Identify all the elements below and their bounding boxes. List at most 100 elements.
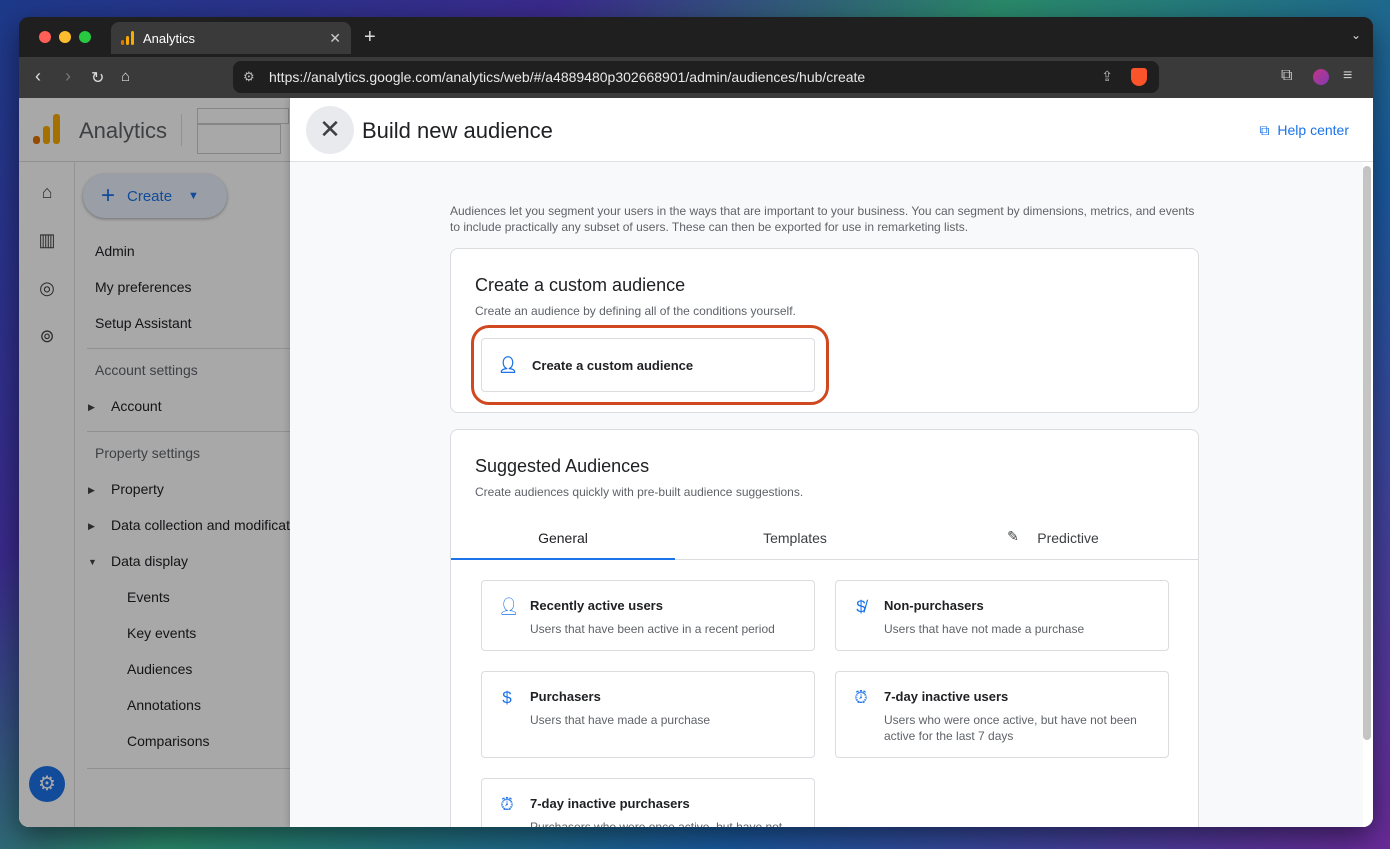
nav-data-display[interactable]: Data display bbox=[111, 553, 188, 569]
close-window-button[interactable] bbox=[39, 31, 51, 43]
advertising-icon[interactable]: ⊚ bbox=[37, 326, 57, 346]
share-icon[interactable]: ⇪ bbox=[1101, 68, 1113, 85]
admin-gear-icon[interactable]: ⚙ bbox=[29, 766, 65, 802]
custom-audience-card: Create a custom audience Create an audie… bbox=[450, 248, 1199, 413]
tab-list-chevron-icon[interactable]: ⌄ bbox=[1351, 28, 1361, 42]
plus-icon: + bbox=[101, 182, 116, 209]
ga-header: Analytics bbox=[19, 98, 290, 162]
alarm-off-icon: ⏰︎ bbox=[500, 795, 514, 814]
reload-icon[interactable]: ↻ bbox=[91, 68, 104, 88]
tab-title: Analytics bbox=[143, 30, 196, 46]
analytics-favicon-icon bbox=[121, 31, 135, 45]
nav-key-events[interactable]: Key events bbox=[127, 625, 196, 641]
suggestion-desc: Users that have made a purchase bbox=[530, 713, 711, 727]
address-bar[interactable]: ⚙ https://analytics.google.com/analytics… bbox=[233, 61, 1159, 93]
expand-arrow-icon[interactable]: ▶ bbox=[88, 402, 95, 413]
property-settings-heading: Property settings bbox=[95, 445, 201, 461]
help-center-label: Help center bbox=[1277, 122, 1349, 138]
dollar-icon: $ bbox=[502, 688, 512, 707]
suggestion-desc: Users that have been active in a recent … bbox=[530, 622, 775, 636]
money-off-icon: $̸ bbox=[856, 597, 866, 616]
nav-admin[interactable]: Admin bbox=[95, 243, 135, 259]
nav-setup-assistant[interactable]: Setup Assistant bbox=[95, 315, 192, 331]
create-button[interactable]: + Create ▼ bbox=[83, 174, 227, 218]
nav-audiences[interactable]: Audiences bbox=[127, 661, 192, 677]
home-icon[interactable]: ⌂ bbox=[37, 182, 57, 202]
forward-icon[interactable]: › bbox=[65, 66, 71, 87]
intro-text: Audiences let you segment your users in … bbox=[450, 204, 1195, 234]
redacted-account-name bbox=[197, 108, 289, 124]
help-center-link[interactable]: ⧉ Help center bbox=[1259, 122, 1349, 139]
suggested-audiences-title: Suggested Audiences bbox=[475, 456, 650, 476]
suggestion-title: 7-day inactive purchasers bbox=[530, 796, 690, 811]
home-icon[interactable]: ⌂ bbox=[121, 68, 130, 85]
maximize-window-button[interactable] bbox=[79, 31, 91, 43]
brave-shield-icon[interactable] bbox=[1131, 68, 1147, 86]
analytics-logo-icon bbox=[33, 114, 61, 144]
caret-down-icon: ▼ bbox=[188, 190, 199, 202]
browser-toolbar: ‹ › ↻ ⌂ ⚙ https://analytics.google.com/a… bbox=[19, 57, 1373, 98]
suggestion-title: Recently active users bbox=[530, 598, 663, 613]
suggestion-card[interactable]: 👤︎ Recently active users Users that have… bbox=[481, 580, 815, 651]
nav-property[interactable]: Property bbox=[111, 481, 164, 497]
browser-window: Analytics ✕ + ⌄ ‹ › ↻ ⌂ ⚙ https://analyt… bbox=[19, 17, 1373, 827]
explore-icon[interactable]: ◎ bbox=[37, 278, 57, 298]
analytics-title: Analytics bbox=[79, 118, 168, 143]
suggestion-title: 7-day inactive users bbox=[884, 689, 1009, 704]
suggestion-card[interactable]: ⏰︎ 7-day inactive purchasers Purchasers … bbox=[481, 778, 815, 827]
tab-bar: Analytics ✕ + ⌄ bbox=[19, 17, 1373, 57]
alarm-off-icon: ⏰︎ bbox=[854, 688, 868, 707]
panel-scrollbar[interactable] bbox=[1363, 166, 1371, 740]
tab-general[interactable]: General bbox=[451, 530, 675, 546]
expand-arrow-icon[interactable]: ▶ bbox=[88, 521, 95, 532]
nav-account[interactable]: Account bbox=[111, 398, 162, 414]
tab-templates[interactable]: Templates bbox=[683, 530, 907, 546]
suggestion-title: Purchasers bbox=[530, 689, 601, 704]
nav-divider bbox=[87, 768, 290, 769]
back-icon[interactable]: ‹ bbox=[35, 66, 41, 87]
suggested-audiences-card: Suggested Audiences Create audiences qui… bbox=[450, 429, 1199, 827]
suggestion-card[interactable]: $̸ Non-purchasers Users that have not ma… bbox=[835, 580, 1169, 651]
panel-title: Build new audience bbox=[362, 118, 553, 143]
nav-events[interactable]: Events bbox=[127, 589, 170, 605]
extensions-icon[interactable]: ⧉ bbox=[1281, 67, 1292, 85]
suggestion-card[interactable]: $ Purchasers Users that have made a purc… bbox=[481, 671, 815, 758]
collapse-arrow-icon[interactable]: ▼ bbox=[88, 557, 97, 567]
tab-predictive[interactable]: Predictive bbox=[1021, 530, 1115, 546]
person-icon: 👤︎ bbox=[498, 597, 520, 616]
create-custom-audience-button[interactable]: 👤︎ Create a custom audience bbox=[481, 338, 815, 392]
url-text: https://analytics.google.com/analytics/w… bbox=[269, 69, 866, 85]
browser-tab-analytics[interactable]: Analytics ✕ bbox=[111, 22, 351, 54]
suggestion-card[interactable]: ⏰︎ 7-day inactive users Users who were o… bbox=[835, 671, 1169, 758]
suggested-audiences-subtitle: Create audiences quickly with pre-built … bbox=[475, 485, 804, 499]
new-tab-button[interactable]: + bbox=[364, 26, 376, 49]
nav-my-preferences[interactable]: My preferences bbox=[95, 279, 191, 295]
nav-data-collection[interactable]: Data collection and modifications bbox=[111, 517, 316, 533]
create-label: Create bbox=[127, 187, 173, 205]
magic-wand-icon: ✎ bbox=[1007, 528, 1019, 544]
expand-arrow-icon[interactable]: ▶ bbox=[88, 485, 95, 496]
minimize-window-button[interactable] bbox=[59, 31, 71, 43]
custom-audience-subtitle: Create an audience by defining all of th… bbox=[475, 304, 796, 318]
suggestion-desc: Users that have not made a purchase bbox=[884, 622, 1085, 636]
open-in-new-icon: ⧉ bbox=[1259, 122, 1270, 138]
header-divider bbox=[181, 114, 182, 146]
account-settings-heading: Account settings bbox=[95, 362, 198, 378]
close-tab-icon[interactable]: ✕ bbox=[329, 30, 341, 47]
suggestion-desc: Users who were once active, but have not… bbox=[884, 713, 1137, 743]
redacted-property-name bbox=[197, 124, 281, 154]
reports-icon[interactable]: ▥ bbox=[37, 230, 57, 250]
nav-annotations[interactable]: Annotations bbox=[127, 697, 201, 713]
menu-icon[interactable]: ≡ bbox=[1343, 67, 1352, 85]
suggestion-tabs: General Templates ✎ Predictive bbox=[451, 518, 1198, 560]
nav-divider bbox=[87, 348, 290, 349]
site-settings-icon[interactable]: ⚙ bbox=[243, 69, 255, 85]
close-panel-button[interactable]: ✕ bbox=[306, 106, 354, 154]
nav-comparisons[interactable]: Comparisons bbox=[127, 733, 209, 749]
create-custom-audience-label: Create a custom audience bbox=[532, 357, 694, 373]
app-content: Analytics ⌂ ▥ ◎ ⊚ ⚙ + Create ▼ Admin My … bbox=[19, 98, 1373, 827]
build-audience-panel: ✕ Build new audience ⧉ Help center Audien… bbox=[290, 98, 1373, 827]
profile-icon[interactable] bbox=[1313, 69, 1329, 85]
panel-header: ✕ Build new audience ⧉ Help center bbox=[290, 98, 1373, 162]
custom-audience-title: Create a custom audience bbox=[475, 275, 686, 295]
